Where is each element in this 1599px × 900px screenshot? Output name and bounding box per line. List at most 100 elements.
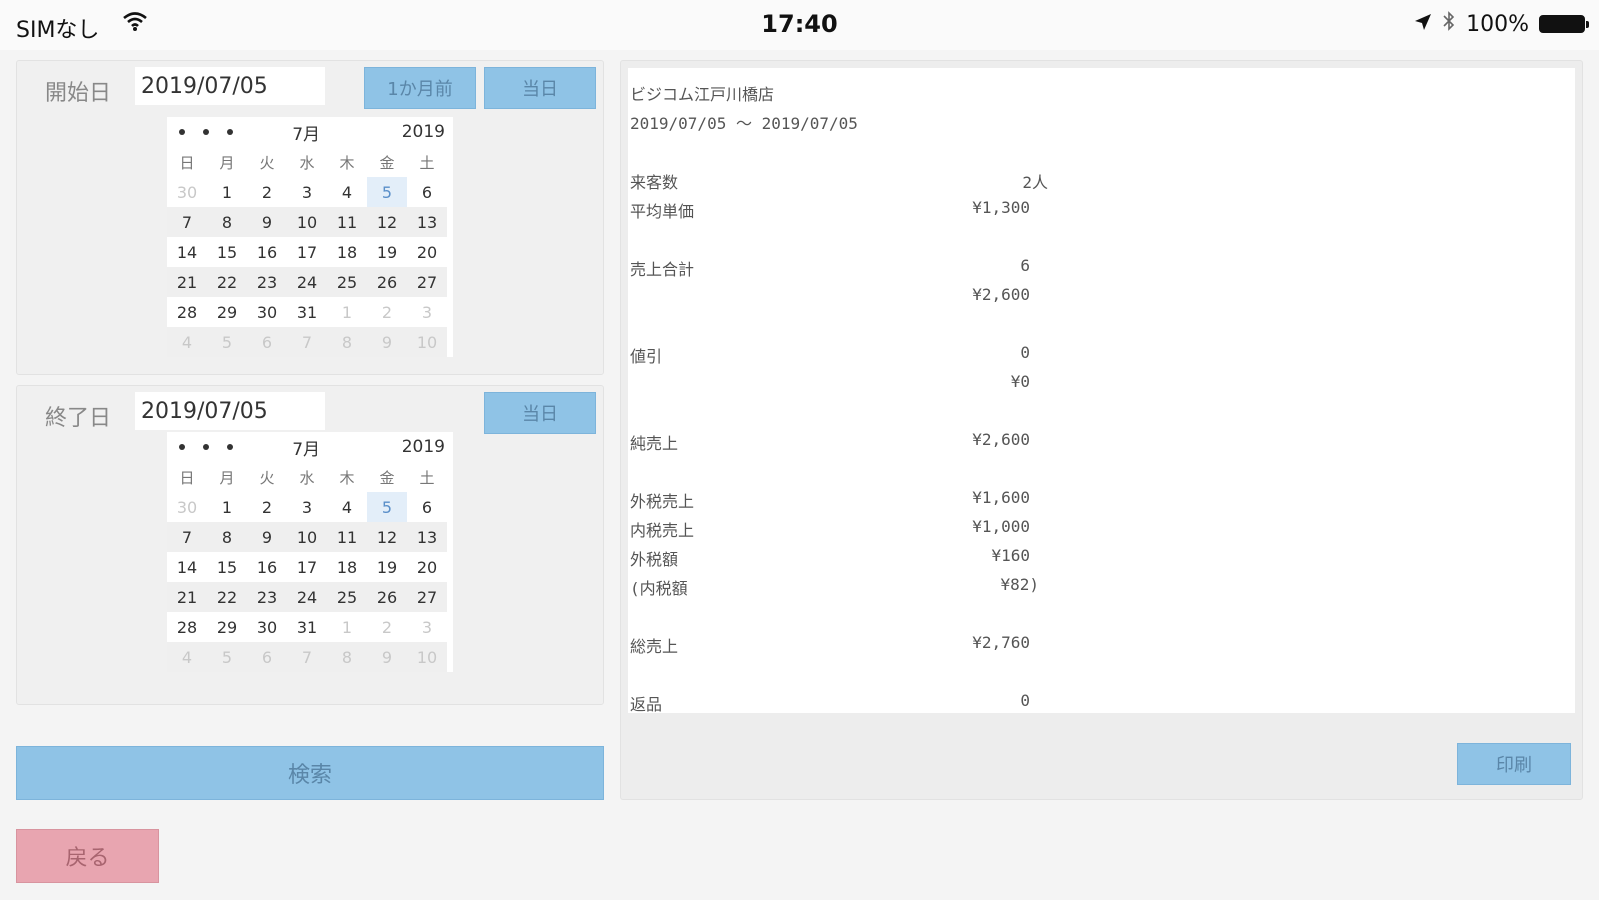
calendar-day[interactable]: 14 <box>167 552 207 582</box>
calendar-day[interactable]: 6 <box>247 642 287 672</box>
calendar-day[interactable]: 15 <box>207 237 247 267</box>
calendar-day[interactable]: 15 <box>207 552 247 582</box>
calendar-day[interactable]: 9 <box>367 327 407 357</box>
calendar-day[interactable]: 19 <box>367 237 407 267</box>
calendar-day[interactable]: 23 <box>247 267 287 297</box>
calendar-day[interactable]: 7 <box>287 327 327 357</box>
back-button[interactable]: 戻る <box>16 829 159 883</box>
calendar-day[interactable]: 12 <box>367 207 407 237</box>
calendar-day[interactable]: 13 <box>407 207 447 237</box>
calendar-day[interactable]: 3 <box>407 297 447 327</box>
calendar-day[interactable]: 6 <box>407 177 447 207</box>
calendar-day[interactable]: 27 <box>407 582 447 612</box>
calendar-day[interactable]: 6 <box>407 492 447 522</box>
calendar-day[interactable]: 7 <box>167 207 207 237</box>
calendar-day[interactable]: 24 <box>287 582 327 612</box>
calendar-day[interactable]: 21 <box>167 582 207 612</box>
start-today-button[interactable]: 当日 <box>484 67 596 109</box>
calendar-day[interactable]: 7 <box>287 642 327 672</box>
calendar-day[interactable]: 16 <box>247 552 287 582</box>
calendar-day[interactable]: 17 <box>287 237 327 267</box>
one-month-before-button[interactable]: 1か月前 <box>364 67 476 109</box>
calendar-day[interactable]: 2 <box>367 612 407 642</box>
calendar-day[interactable]: 1 <box>207 492 247 522</box>
calendar-day[interactable]: 1 <box>327 612 367 642</box>
calendar-day[interactable]: 16 <box>247 237 287 267</box>
calendar-day[interactable]: 26 <box>367 582 407 612</box>
calendar-day[interactable]: 30 <box>247 612 287 642</box>
calendar-day[interactable]: 26 <box>367 267 407 297</box>
calendar-day[interactable]: 8 <box>207 522 247 552</box>
print-button[interactable]: 印刷 <box>1457 743 1571 785</box>
calendar-day[interactable]: 5 <box>207 642 247 672</box>
calendar-day[interactable]: 8 <box>207 207 247 237</box>
calendar-day-selected[interactable]: 5 <box>367 492 407 522</box>
calendar-day[interactable]: 8 <box>327 327 367 357</box>
calendar-day[interactable]: 2 <box>367 297 407 327</box>
report-row-value: ¥160 <box>991 546 1030 565</box>
calendar-day[interactable]: 8 <box>327 642 367 672</box>
calendar-day[interactable]: 4 <box>327 177 367 207</box>
calendar-day[interactable]: 10 <box>287 522 327 552</box>
search-button[interactable]: 検索 <box>16 746 604 800</box>
calendar-day[interactable]: 23 <box>247 582 287 612</box>
calendar-day[interactable]: 28 <box>167 297 207 327</box>
calendar-day[interactable]: 11 <box>327 522 367 552</box>
calendar-day[interactable]: 9 <box>247 207 287 237</box>
calendar-day[interactable]: 22 <box>207 267 247 297</box>
calendar-day[interactable]: 4 <box>327 492 367 522</box>
report-row-value: 6 <box>1020 256 1030 275</box>
calendar-day[interactable]: 6 <box>247 327 287 357</box>
calendar-day[interactable]: 9 <box>247 522 287 552</box>
calendar-day[interactable]: 7 <box>167 522 207 552</box>
calendar-day[interactable]: 10 <box>407 327 447 357</box>
calendar-day[interactable]: 3 <box>287 177 327 207</box>
calendar-day[interactable]: 27 <box>407 267 447 297</box>
calendar-day[interactable]: 14 <box>167 237 207 267</box>
calendar-day[interactable]: 22 <box>207 582 247 612</box>
calendar-day[interactable]: 1 <box>327 297 367 327</box>
calendar-day[interactable]: 4 <box>167 642 207 672</box>
status-bar: SIMなし 17:40 100% <box>0 0 1599 50</box>
calendar-day[interactable]: 20 <box>407 552 447 582</box>
calendar-day[interactable]: 30 <box>167 177 207 207</box>
calendar-day[interactable]: 28 <box>167 612 207 642</box>
calendar-day[interactable]: 31 <box>287 612 327 642</box>
calendar-day[interactable]: 9 <box>367 642 407 672</box>
calendar-day-selected[interactable]: 5 <box>367 177 407 207</box>
calendar-day[interactable]: 31 <box>287 297 327 327</box>
calendar-day[interactable]: 2 <box>247 492 287 522</box>
calendar-day[interactable]: 21 <box>167 267 207 297</box>
calendar-day[interactable]: 1 <box>207 177 247 207</box>
calendar-day[interactable]: 10 <box>407 642 447 672</box>
end-date-input[interactable] <box>135 392 325 430</box>
calendar-day[interactable]: 25 <box>327 582 367 612</box>
calendar-day[interactable]: 17 <box>287 552 327 582</box>
calendar-day[interactable]: 19 <box>367 552 407 582</box>
calendar-day[interactable]: 10 <box>287 207 327 237</box>
carrier-text: SIMなし <box>16 18 100 43</box>
calendar-day[interactable]: 29 <box>207 612 247 642</box>
report-row-label: 外税額 <box>630 550 679 569</box>
calendar-day[interactable]: 18 <box>327 237 367 267</box>
calendar-day[interactable]: 13 <box>407 522 447 552</box>
calendar-day[interactable]: 30 <box>167 492 207 522</box>
calendar-day[interactable]: 30 <box>247 297 287 327</box>
calendar-day[interactable]: 18 <box>327 552 367 582</box>
calendar-day[interactable]: 29 <box>207 297 247 327</box>
calendar-day[interactable]: 2 <box>247 177 287 207</box>
report-receipt[interactable]: ビジコム江戸川橋店 2019/07/05 ～ 2019/07/05 来客数 2人平… <box>628 68 1575 713</box>
calendar-day[interactable]: 11 <box>327 207 367 237</box>
calendar-day[interactable]: 3 <box>407 612 447 642</box>
start-date-input[interactable] <box>135 67 325 105</box>
calendar-nav-dots[interactable] <box>167 444 257 450</box>
calendar-day[interactable]: 20 <box>407 237 447 267</box>
calendar-nav-dots[interactable] <box>167 129 257 135</box>
end-today-button[interactable]: 当日 <box>484 392 596 434</box>
calendar-day[interactable]: 4 <box>167 327 207 357</box>
calendar-day[interactable]: 3 <box>287 492 327 522</box>
calendar-day[interactable]: 5 <box>207 327 247 357</box>
calendar-day[interactable]: 25 <box>327 267 367 297</box>
calendar-day[interactable]: 12 <box>367 522 407 552</box>
calendar-day[interactable]: 24 <box>287 267 327 297</box>
